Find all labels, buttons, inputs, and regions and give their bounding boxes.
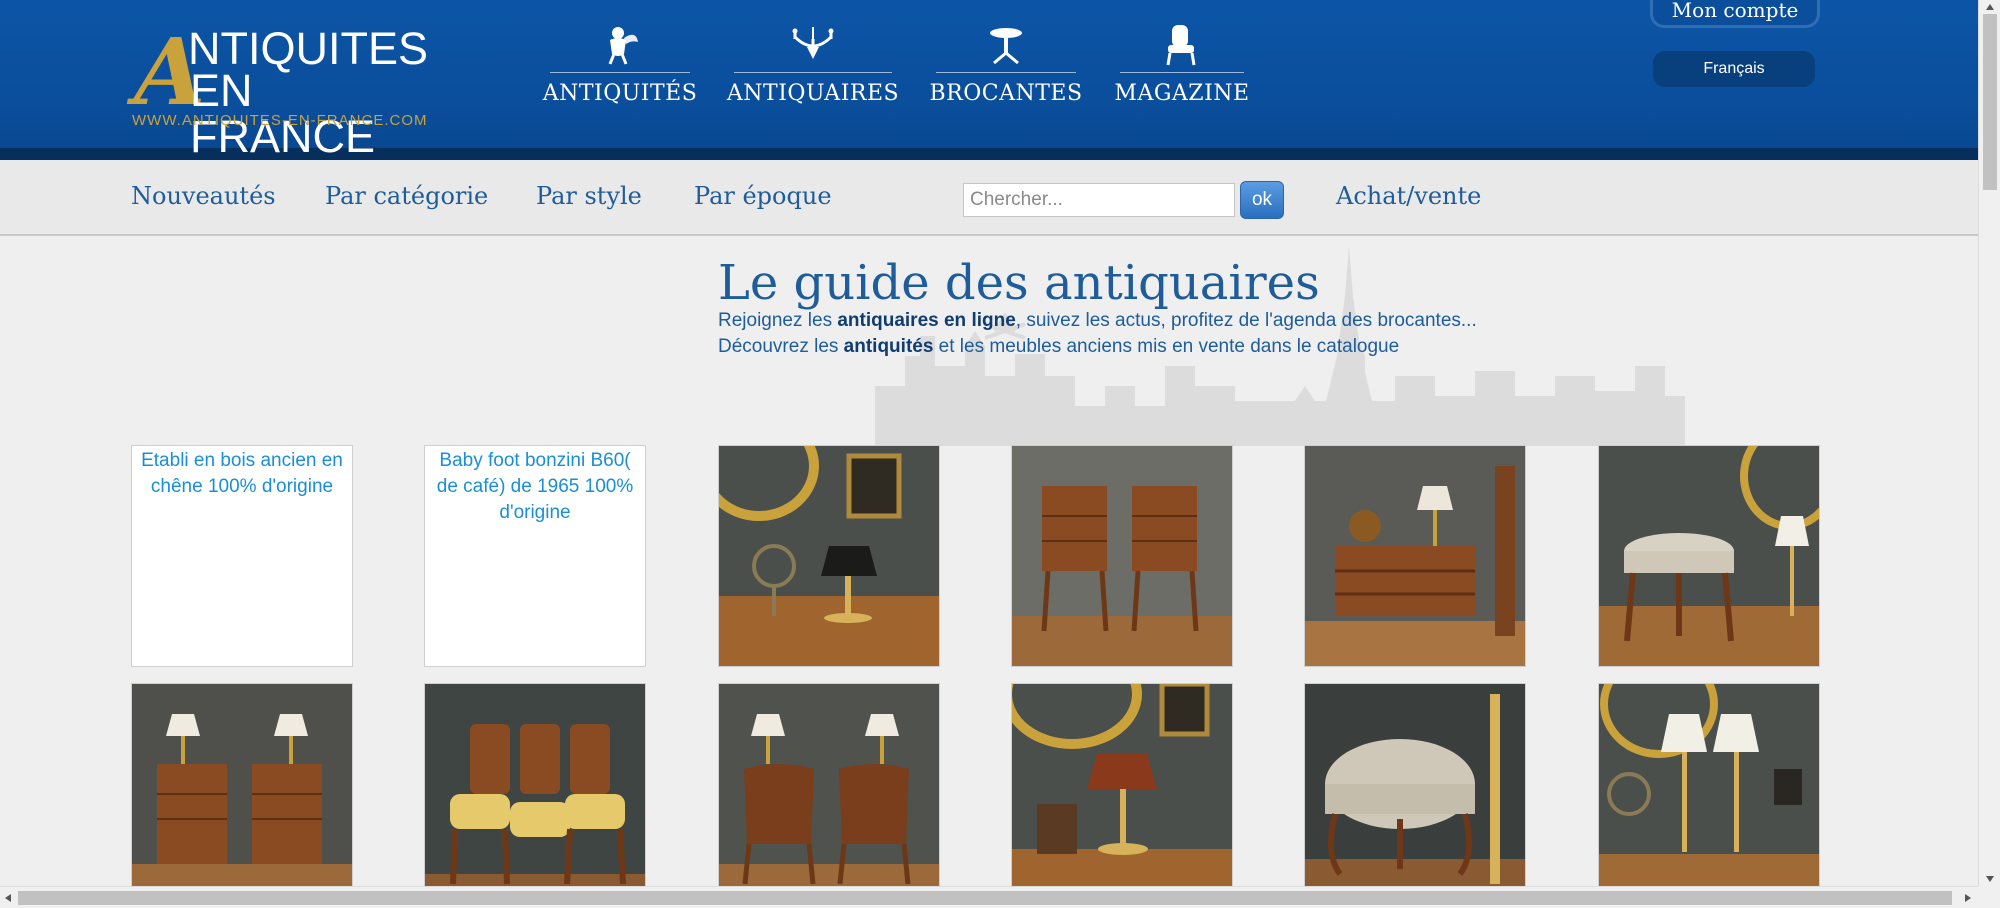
main-nav: ANTIQUITÉS ANTIQUAIRES BROCANTES MAGAZIN…: [543, 22, 1288, 112]
sub-nav-nouveautes[interactable]: Nouveautés: [131, 182, 276, 210]
page-title: Le guide des antiquaires: [718, 255, 1320, 311]
account-button[interactable]: Mon compte: [1650, 0, 1820, 28]
product-tile[interactable]: [424, 683, 646, 905]
product-tile[interactable]: [1304, 683, 1526, 905]
scroll-down-arrow-icon[interactable]: [1985, 875, 1995, 883]
product-photo-pair-bedside-lamps: [132, 684, 352, 904]
main-nav-antiquaires[interactable]: ANTIQUAIRES: [727, 22, 899, 112]
main-nav-label: ANTIQUAIRES: [726, 81, 900, 106]
product-photo-pair-candlestick-lamps: [1599, 684, 1819, 904]
product-tile[interactable]: [1598, 445, 1820, 667]
product-photo-upholstered-stool: [1305, 684, 1525, 904]
sub-nav-par-epoque[interactable]: Par époque: [694, 182, 832, 210]
main-nav-brocantes[interactable]: BROCANTES: [929, 22, 1082, 112]
gueridon-table-icon: [983, 22, 1029, 68]
search-input[interactable]: [963, 183, 1235, 217]
broken-image-alt-text: Etabli en bois ancien en chêne 100% d'or…: [141, 450, 343, 497]
product-photo-pair-commodes: [719, 684, 939, 904]
main-nav-label: ANTIQUITÉS: [542, 81, 698, 106]
product-photo-pair-bedside-tables: [1012, 446, 1232, 666]
chandelier-icon: [790, 22, 836, 68]
main-nav-separator: [936, 72, 1076, 73]
product-photo-dining-chairs: [425, 684, 645, 904]
product-photo-stool-lamp: [1599, 446, 1819, 666]
main-nav-label: MAGAZINE: [1114, 81, 1250, 106]
main-nav-separator: [1120, 72, 1244, 73]
hero-text: , suivez les actus, profitez de l'agenda…: [1015, 310, 1477, 331]
hero-text: Découvrez les: [718, 336, 844, 357]
broken-image-alt-text: Baby foot bonzini B60( de café) de 1965 …: [436, 450, 634, 523]
horizontal-scrollbar-thumb[interactable]: [18, 891, 1952, 905]
product-tile[interactable]: [1011, 445, 1233, 667]
product-photo-bouillotte-lamp-red: [1012, 684, 1232, 904]
product-photo-side-table-lamp: [1305, 446, 1525, 666]
armchair-icon: [1159, 22, 1205, 68]
sub-nav-achat-vente[interactable]: Achat/vente: [1336, 182, 1481, 210]
product-tile[interactable]: [131, 683, 353, 905]
product-tile[interactable]: [718, 445, 940, 667]
sub-nav-par-style[interactable]: Par style: [536, 182, 642, 210]
product-tile[interactable]: [1304, 445, 1526, 667]
scrollbar-corner: [1978, 886, 2000, 908]
sub-nav: Nouveautés Par catégorie Par style Par é…: [0, 160, 1978, 236]
product-tile[interactable]: [1598, 683, 1820, 905]
product-tile[interactable]: [718, 683, 940, 905]
sub-nav-par-categorie[interactable]: Par catégorie: [325, 182, 488, 210]
scroll-right-arrow-icon[interactable]: [1964, 893, 1972, 903]
hero-link-antiquaires-en-ligne[interactable]: antiquaires en ligne: [837, 310, 1015, 331]
main-nav-antiquites[interactable]: ANTIQUITÉS: [543, 22, 697, 112]
scroll-left-arrow-icon[interactable]: [4, 893, 12, 903]
vertical-scrollbar-thumb[interactable]: [1983, 14, 1997, 190]
hero-link-antiquites[interactable]: antiquités: [844, 336, 934, 357]
horizontal-scrollbar[interactable]: [0, 886, 1978, 908]
main-nav-label: BROCANTES: [929, 81, 1083, 106]
main-nav-separator: [734, 72, 892, 73]
scroll-up-arrow-icon[interactable]: [1985, 3, 1995, 11]
main-nav-separator: [550, 72, 690, 73]
language-selector[interactable]: Français: [1653, 51, 1815, 87]
vertical-scrollbar[interactable]: [1978, 0, 2000, 886]
site-header: A NTIQUITES EN FRANCE WWW.ANTIQUITES-EN-…: [0, 0, 1978, 160]
product-photo-bouillotte-lamp: [719, 446, 939, 666]
product-tile[interactable]: Baby foot bonzini B60( de café) de 1965 …: [424, 445, 646, 667]
product-tile[interactable]: [1011, 683, 1233, 905]
hero-intro-line-2: Découvrez les antiquités et les meubles …: [718, 336, 1399, 358]
hero-text: Rejoignez les: [718, 310, 838, 331]
logo-url: WWW.ANTIQUITES-EN-FRANCE.COM: [132, 112, 428, 129]
cherub-icon: [597, 22, 643, 68]
site-logo[interactable]: A NTIQUITES EN FRANCE WWW.ANTIQUITES-EN-…: [130, 22, 450, 160]
product-tile[interactable]: Etabli en bois ancien en chêne 100% d'or…: [131, 445, 353, 667]
search-submit-button[interactable]: ok: [1240, 181, 1284, 219]
hero-intro-line-1: Rejoignez les antiquaires en ligne, suiv…: [718, 310, 1477, 332]
main-nav-magazine[interactable]: MAGAZINE: [1114, 22, 1249, 112]
hero-text: et les meubles anciens mis en vente dans…: [933, 336, 1400, 357]
